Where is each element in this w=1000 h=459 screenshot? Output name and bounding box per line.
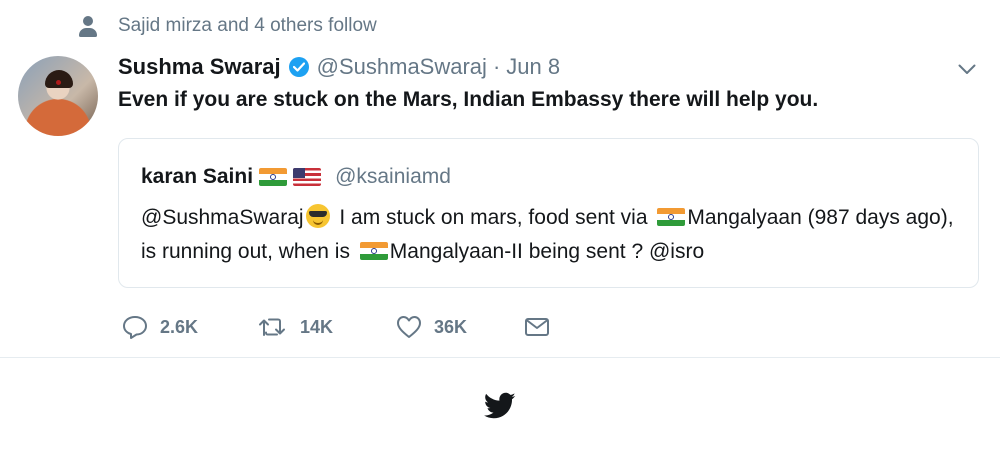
quoted-tweet[interactable]: karan Saini @ksainiamd @SushmaSwaraj I a… (118, 138, 979, 288)
divider (0, 357, 1000, 358)
person-icon (78, 15, 98, 37)
reply-button[interactable]: 2.6K (122, 315, 258, 339)
tweet-actions: 2.6K 14K 36K (122, 312, 550, 342)
header-separator: · (492, 54, 501, 79)
like-count: 36K (434, 316, 468, 337)
author-name[interactable]: Sushma Swaraj (118, 54, 281, 80)
verified-badge-icon (288, 57, 309, 77)
retweet-count: 14K (300, 316, 334, 337)
quoted-tweet-header: karan Saini @ksainiamd (141, 165, 451, 189)
quoted-text-segment-1: I am stuck on mars, food sent via (333, 206, 654, 229)
like-button[interactable]: 36K (396, 315, 524, 339)
india-flag-icon (657, 208, 686, 226)
quoted-author-handle: @ksainiamd (335, 165, 451, 188)
india-flag-icon (359, 242, 388, 260)
avatar[interactable] (18, 56, 98, 136)
chevron-down-icon[interactable] (956, 58, 978, 80)
direct-message-button[interactable] (524, 316, 550, 338)
tweet-header: Sushma Swaraj @SushmaSwaraj · Jun 8 (118, 50, 560, 84)
social-context: Sajid mirza and 4 others follow (78, 12, 377, 40)
retweet-icon (259, 318, 285, 336)
sunglasses-emoji-icon (305, 204, 330, 228)
heart-icon (397, 316, 421, 338)
author-handle[interactable]: @SushmaSwaraj (317, 54, 487, 80)
quoted-tweet-text: @SushmaSwaraj I am stuck on mars, food s… (141, 201, 961, 269)
retweet-button[interactable]: 14K (258, 316, 396, 338)
social-context-text: Sajid mirza and 4 others follow (118, 15, 377, 36)
tweet-date[interactable]: Jun 8 (506, 54, 560, 80)
reply-icon (123, 316, 147, 339)
mention-link[interactable]: @SushmaSwaraj (141, 206, 304, 229)
us-flag-icon (293, 168, 322, 186)
quoted-author-name: karan Saini (141, 165, 254, 188)
twitter-bird-icon[interactable] (483, 392, 516, 420)
reply-count: 2.6K (160, 316, 199, 337)
quoted-text-segment-3: Mangalyaan-II being sent ? @isro (389, 240, 705, 263)
envelope-icon (525, 318, 549, 336)
tweet-text: Even if you are stuck on the Mars, India… (118, 88, 819, 111)
india-flag-icon (259, 168, 288, 186)
